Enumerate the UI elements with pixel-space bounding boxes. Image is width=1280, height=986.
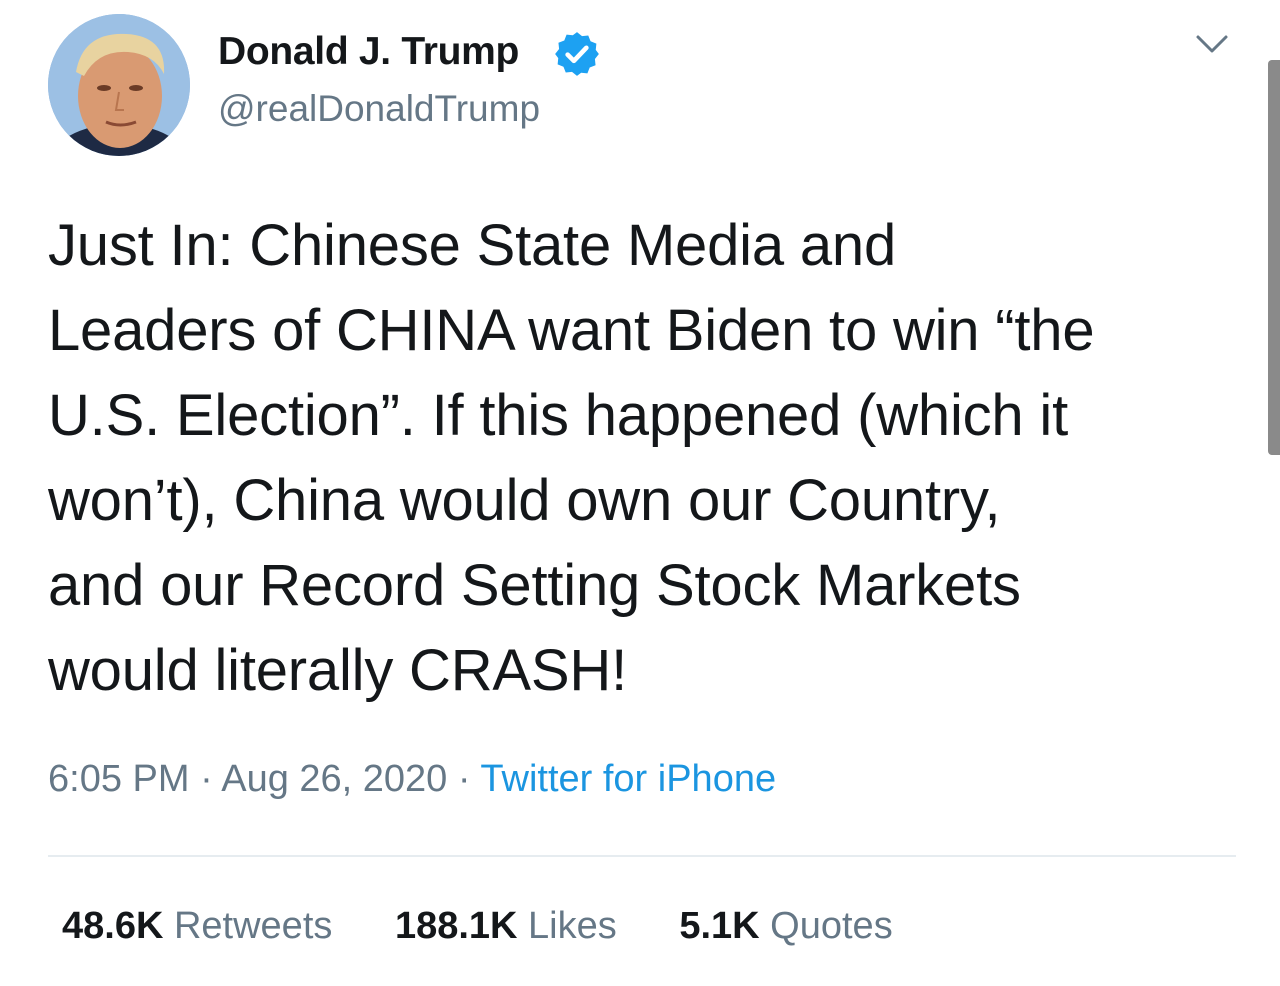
tweet-text: Just In: Chinese State Media and Leaders…	[48, 213, 1095, 703]
verified-badge-icon	[555, 32, 599, 76]
tweet-card: Donald J. Trump @realDonaldTrump Just In…	[0, 0, 1280, 986]
divider	[48, 855, 1236, 857]
author-display-name[interactable]: Donald J. Trump	[218, 30, 519, 74]
likes-label: Likes	[528, 905, 617, 947]
retweets-label: Retweets	[173, 905, 333, 947]
quotes-count: 5.1K	[679, 905, 760, 947]
likes-count: 188.1K	[394, 905, 518, 947]
chevron-down-icon[interactable]	[1194, 32, 1230, 56]
tweet-date[interactable]: Aug 26, 2020	[221, 758, 447, 800]
meta-separator: ·	[457, 758, 471, 800]
avatar[interactable]	[48, 14, 190, 156]
tweet-time[interactable]: 6:05 PM	[48, 758, 190, 800]
profile-photo-icon	[48, 14, 190, 156]
quotes-stat[interactable]: 5.1K Quotes	[679, 905, 892, 948]
tweet-source-link[interactable]: Twitter for iPhone	[480, 758, 776, 800]
tweet-stats: 48.6K Retweets 188.1K Likes 5.1K Quotes	[62, 905, 945, 948]
quotes-label: Quotes	[770, 905, 893, 947]
meta-separator: ·	[200, 758, 213, 800]
scrollbar[interactable]	[1268, 60, 1280, 455]
likes-stat[interactable]: 188.1K Likes	[395, 905, 617, 948]
retweets-stat[interactable]: 48.6K Retweets	[62, 905, 332, 948]
retweets-count: 48.6K	[62, 905, 164, 947]
tweet-meta: 6:05 PM · Aug 26, 2020 · Twitter for iPh…	[48, 758, 776, 801]
author-handle[interactable]: @realDonaldTrump	[218, 88, 540, 130]
